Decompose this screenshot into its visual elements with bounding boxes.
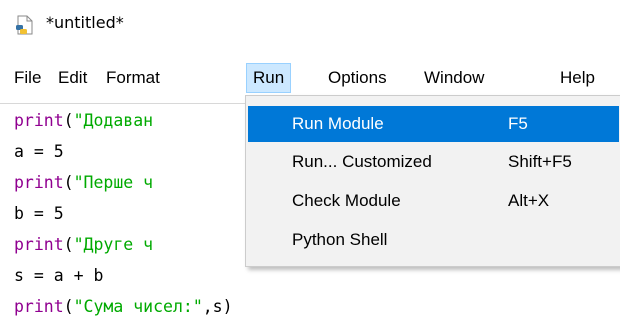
code-line: print("Додаван	[14, 107, 153, 135]
code-line: b = 5	[14, 200, 64, 228]
paren-token: (	[63, 297, 74, 316]
string-token: "Перше ч	[73, 173, 154, 192]
menu-item-label: Python Shell	[292, 230, 388, 249]
builtin-token: print	[14, 297, 64, 316]
python-file-icon	[16, 15, 33, 35]
menu-bar: File Edit Format Run Options Window Help	[0, 62, 620, 94]
string-token: "Сума чисел:"	[73, 297, 203, 316]
title-bar: *untitled*	[0, 0, 620, 52]
code-line: print("Сума чисел:",s)	[14, 293, 233, 321]
code-line: print("Друге ч	[14, 231, 153, 259]
builtin-token: print	[14, 111, 64, 130]
menu-edit[interactable]: Edit	[52, 64, 93, 92]
menu-item-label: Check Module	[292, 191, 401, 210]
menu-item-run-module[interactable]: Run Module F5	[248, 106, 619, 142]
menu-options[interactable]: Options	[322, 64, 393, 92]
builtin-token: print	[14, 235, 64, 254]
builtin-token: print	[14, 173, 64, 192]
code-text: b = 5	[14, 204, 64, 223]
menu-window[interactable]: Window	[418, 64, 490, 92]
code-line: a = 5	[14, 138, 64, 166]
menu-item-shortcut: F5	[508, 114, 528, 133]
code-line: s = a + b	[14, 262, 103, 290]
paren-token: (	[63, 235, 74, 254]
string-token: "Друге ч	[73, 235, 154, 254]
code-line: print("Перше ч	[14, 169, 153, 197]
window-title: *untitled*	[46, 13, 124, 32]
code-text: s = a + b	[14, 266, 104, 285]
menu-run[interactable]: Run	[246, 63, 292, 93]
code-text: a = 5	[14, 142, 64, 161]
code-text: ,s)	[202, 297, 233, 316]
menu-item-shortcut: Alt+X	[508, 191, 550, 210]
menu-item-run-customized[interactable]: Run... Customized Shift+F5	[248, 144, 619, 180]
menu-help[interactable]: Help	[554, 64, 601, 92]
string-token: "Додаван	[73, 111, 154, 130]
menu-item-python-shell[interactable]: Python Shell	[248, 222, 619, 258]
menu-item-shortcut: Shift+F5	[508, 152, 572, 171]
menu-item-check-module[interactable]: Check Module Alt+X	[248, 183, 619, 219]
run-menu-dropdown: Run Module F5 Run... Customized Shift+F5…	[245, 95, 620, 267]
paren-token: (	[63, 173, 74, 192]
menu-format[interactable]: Format	[100, 64, 166, 92]
menu-item-label: Run Module	[292, 114, 384, 133]
menu-item-label: Run... Customized	[292, 152, 432, 171]
paren-token: (	[63, 111, 74, 130]
menu-file[interactable]: File	[8, 64, 47, 92]
